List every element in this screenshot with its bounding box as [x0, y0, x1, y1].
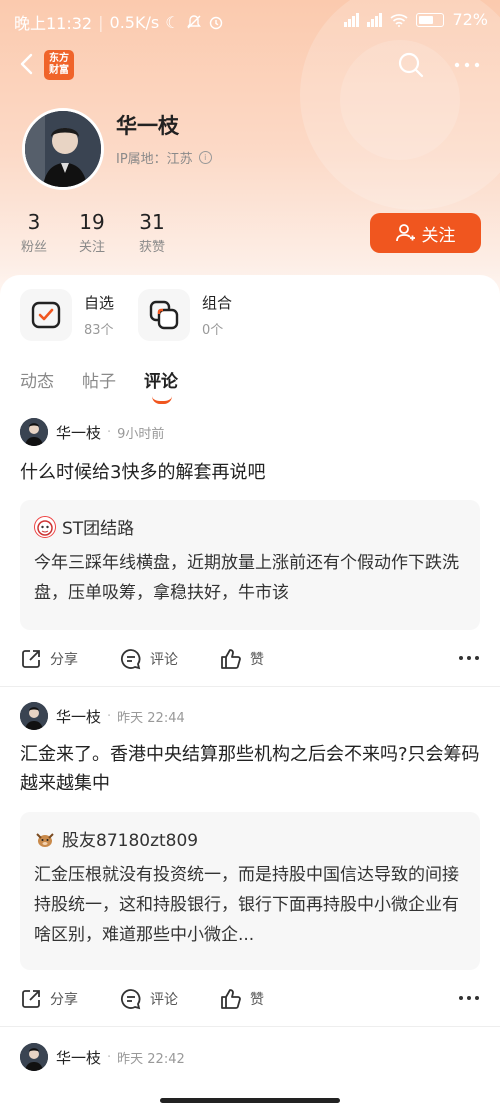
- avatar: [34, 827, 56, 850]
- post-time: 9小时前: [117, 426, 165, 442]
- ip-location: IP属地：江苏 i: [116, 148, 212, 167]
- quote-author[interactable]: ST团结路: [62, 514, 134, 539]
- comment-text[interactable]: 什么时候给3快多的解套再说吧: [20, 458, 480, 487]
- app-logo: 东方 财富: [44, 50, 74, 80]
- stat-number: 3: [27, 210, 41, 234]
- avatar: [34, 515, 56, 538]
- author-name[interactable]: 华一枝: [56, 422, 101, 443]
- comment-label: 评论: [150, 652, 178, 668]
- info-icon[interactable]: i: [198, 151, 212, 164]
- stat-following[interactable]: 19 关注: [62, 210, 122, 255]
- share-icon: [22, 990, 40, 1008]
- divider: [0, 1026, 500, 1027]
- quote-text: 汇金压根就没有投资统一，而是持股中国信达导致的间接持股统一，这和持股银行，银行下…: [34, 865, 459, 945]
- comment-item[interactable]: 华一枝 · 9小时前 什么时候给3快多的解套再说吧 ST团结路 今年三踩年线横盘…: [0, 418, 500, 688]
- battery-icon: [416, 12, 445, 27]
- divider: [0, 686, 500, 687]
- shortcut-count: 83个: [84, 323, 114, 338]
- moon-icon: ☾: [165, 12, 180, 32]
- share-label: 分享: [50, 992, 78, 1008]
- logo-text: 东方: [49, 53, 69, 64]
- stat-likes[interactable]: 31 获赞: [122, 210, 182, 255]
- watchlist-icon: [20, 289, 72, 341]
- tab-posts[interactable]: 帖子: [82, 367, 116, 392]
- shortcut-count: 0个: [202, 323, 224, 338]
- comment-icon: [120, 649, 141, 670]
- comment-item[interactable]: 华一枝 · 昨天 22:42: [0, 1043, 500, 1103]
- alarm-icon: [209, 16, 222, 30]
- portfolio-icon: [138, 289, 190, 341]
- avatar[interactable]: [22, 108, 104, 190]
- tab-bar: 动态 帖子 评论: [20, 367, 178, 404]
- follow-label: 关注: [421, 225, 456, 246]
- more-icon[interactable]: [458, 650, 480, 666]
- stat-fans[interactable]: 3 粉丝: [4, 210, 64, 255]
- share-button[interactable]: 分享: [20, 988, 78, 1010]
- comment-item[interactable]: 华一枝 · 昨天 22:44 汇金来了。香港中央结算那些机构之后会不来吗?只会筹…: [0, 702, 500, 1022]
- stat-number: 19: [79, 210, 105, 234]
- comment-label: 评论: [150, 992, 178, 1008]
- shortcut-title: 组合: [202, 294, 233, 312]
- thumbs-up-icon: [221, 649, 241, 669]
- quoted-post[interactable]: ST团结路 今年三踩年线横盘，近期放量上涨前还有个假动作下跌洗盘，压单吸筹，拿稳…: [20, 500, 480, 630]
- search-icon[interactable]: [396, 50, 426, 80]
- status-bar: 晚上11:32 | 0.5K/s ☾ 72%: [14, 10, 488, 33]
- like-button[interactable]: 赞: [220, 988, 264, 1010]
- tab-activity[interactable]: 动态: [20, 367, 54, 392]
- comment-icon: [120, 989, 141, 1010]
- share-label: 分享: [50, 652, 78, 668]
- author-name[interactable]: 华一枝: [56, 706, 101, 727]
- like-button[interactable]: 赞: [220, 648, 264, 670]
- stat-number: 31: [139, 210, 165, 234]
- bell-muted-icon: [186, 15, 201, 29]
- share-button[interactable]: 分享: [20, 648, 78, 670]
- separator-dot: ·: [107, 708, 112, 724]
- add-user-icon: [395, 224, 415, 242]
- signal-icon: [367, 12, 383, 27]
- author-name[interactable]: 华一枝: [56, 1047, 101, 1068]
- status-time: 晚上11:32: [14, 14, 93, 33]
- more-icon[interactable]: [458, 990, 480, 1006]
- avatar[interactable]: [20, 418, 48, 446]
- comment-text[interactable]: 汇金来了。香港中央结算那些机构之后会不来吗?只会筹码越来越集中: [20, 740, 480, 798]
- shortcut-watchlist[interactable]: 自选 83个: [20, 289, 114, 341]
- action-bar: 分享 评论 赞: [20, 984, 480, 1014]
- comment-button[interactable]: 评论: [120, 648, 178, 670]
- logo-text: 财富: [49, 65, 69, 76]
- like-label: 赞: [250, 652, 264, 668]
- more-icon[interactable]: [452, 50, 482, 80]
- avatar[interactable]: [20, 702, 48, 730]
- quote-text: 今年三踩年线横盘，近期放量上涨前还有个假动作下跌洗盘，压单吸筹，拿稳扶好，牛市该: [34, 553, 459, 603]
- stat-label: 关注: [78, 240, 105, 255]
- avatar[interactable]: [20, 1043, 48, 1071]
- quoted-post[interactable]: 股友87180zt809 汇金压根就没有投资统一，而是持股中国信达导致的间接持股…: [20, 812, 480, 970]
- signal-icon: [344, 12, 360, 27]
- stat-label: 粉丝: [20, 240, 47, 255]
- status-speed: 0.5K/s: [109, 12, 160, 32]
- stat-label: 获赞: [138, 240, 165, 255]
- post-time: 昨天 22:42: [117, 1051, 185, 1067]
- wifi-icon: [390, 13, 408, 27]
- back-arrow-icon[interactable]: [14, 50, 42, 78]
- shortcut-portfolio[interactable]: 组合 0个: [138, 289, 232, 341]
- comment-button[interactable]: 评论: [120, 988, 178, 1010]
- follow-button[interactable]: 关注: [370, 213, 481, 253]
- battery-percent: 72%: [452, 10, 488, 29]
- ip-location-text: IP属地：江苏: [116, 152, 193, 167]
- separator-dot: ·: [107, 1049, 112, 1065]
- share-icon: [22, 650, 40, 668]
- like-label: 赞: [250, 992, 264, 1008]
- quote-author[interactable]: 股友87180zt809: [62, 826, 198, 851]
- profile-name: 华一枝: [116, 114, 179, 138]
- separator-dot: ·: [107, 424, 112, 440]
- top-nav: 东方 财富: [0, 44, 500, 84]
- home-indicator[interactable]: [160, 1098, 340, 1103]
- tab-comments[interactable]: 评论: [144, 367, 178, 404]
- post-time: 昨天 22:44: [117, 710, 185, 726]
- shortcut-title: 自选: [84, 294, 115, 312]
- thumbs-up-icon: [221, 989, 241, 1009]
- action-bar: 分享 评论 赞: [20, 644, 480, 674]
